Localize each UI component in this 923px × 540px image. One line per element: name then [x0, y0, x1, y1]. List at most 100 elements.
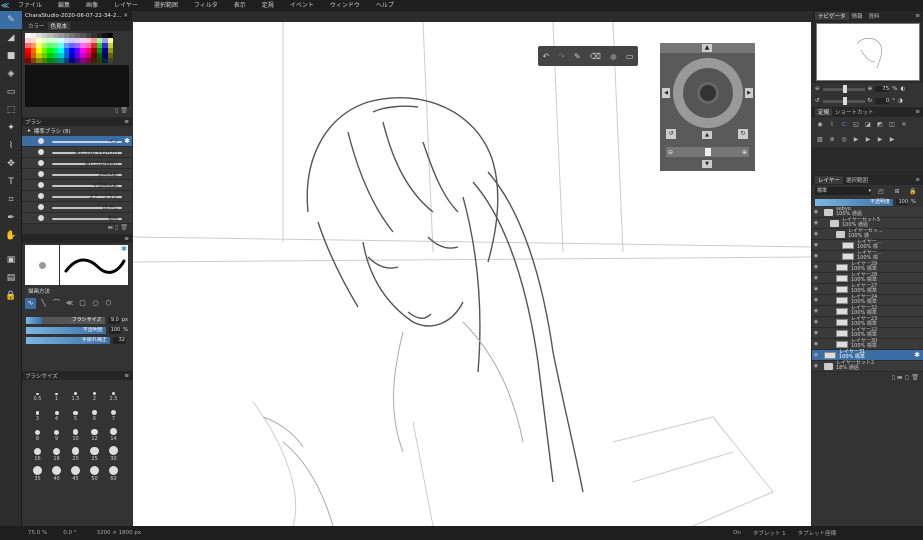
menu-item[interactable]: フィルタ	[186, 0, 226, 11]
menu-icon[interactable]: ≡	[124, 236, 129, 242]
menu-item[interactable]: 表示	[226, 0, 254, 11]
redo-icon[interactable]: ↷	[558, 52, 565, 61]
brush-size-option[interactable]: 45	[66, 464, 85, 482]
tab-ruler[interactable]: 定規	[815, 108, 833, 116]
tab-color[interactable]: カラー	[25, 22, 48, 30]
rotation-dial[interactable]	[673, 58, 743, 128]
chevron-up-icon[interactable]: ▲	[702, 44, 712, 52]
angle-slider[interactable]	[822, 96, 865, 105]
zoom-slider[interactable]: ⊖ ⊕	[666, 147, 749, 157]
zoom-slider[interactable]	[822, 84, 865, 93]
navigator-preview[interactable]	[812, 21, 923, 83]
move-tool-icon[interactable]: ✥	[0, 155, 22, 173]
brush-size-option[interactable]: 35	[28, 464, 47, 482]
delete-swatch-icon[interactable]: 🗑	[120, 107, 128, 114]
zoom-reset-icon[interactable]: ◐	[900, 86, 905, 92]
eye-icon[interactable]: ◉	[812, 264, 820, 270]
tab-shortcut[interactable]: ショートカット	[832, 108, 877, 116]
zoom-in-icon[interactable]: ⊕	[868, 86, 873, 92]
brush-size-option[interactable]: 4	[47, 404, 66, 422]
rotate-right-icon[interactable]: ↻	[868, 98, 873, 104]
slider-value[interactable]: 100	[108, 326, 122, 334]
eye-icon[interactable]: ◉	[812, 286, 820, 292]
polygon-button[interactable]: ⬡	[103, 298, 114, 309]
text-tool-icon[interactable]: T	[0, 173, 22, 191]
menu-item[interactable]: ファイル	[10, 0, 50, 11]
zoom-out-icon[interactable]: ⊖	[815, 86, 820, 92]
eraser-tool-icon[interactable]: ◢	[0, 29, 22, 47]
brush-size-option[interactable]: 60	[104, 464, 123, 482]
brush-size-option[interactable]: 18	[47, 444, 66, 462]
brush-size-option[interactable]: 3	[28, 404, 47, 422]
zoom-out-icon[interactable]: ⊖	[668, 149, 673, 156]
brush-size-option[interactable]: 6	[85, 404, 104, 422]
undo-icon[interactable]: ↶	[543, 52, 550, 61]
eye-icon[interactable]: ◉	[812, 352, 820, 358]
eye-icon[interactable]: ◉	[812, 297, 820, 303]
ruler-perspective3-icon[interactable]: ▶	[874, 136, 886, 143]
zoom-slider-thumb[interactable]	[704, 148, 711, 156]
chevron-left-icon[interactable]: ◀	[662, 88, 670, 98]
chevron-down-icon[interactable]: ▼	[702, 160, 712, 168]
select-tool-icon[interactable]: ⬚	[0, 101, 22, 119]
gear-icon[interactable]: ✱	[121, 245, 127, 253]
eye-icon[interactable]: ◉	[812, 253, 820, 259]
delete-brush-icon[interactable]: 🗑	[120, 224, 128, 231]
ruler-radial-icon[interactable]: ⊛	[826, 136, 838, 143]
ruler-perspective-icon[interactable]: ◩	[874, 121, 886, 128]
zoom-value-field[interactable]: 75	[875, 86, 890, 92]
brush-item[interactable]: 不透明水彩	[22, 180, 132, 191]
eye-icon[interactable]: ◉	[812, 242, 820, 248]
color-swatch[interactable]	[107, 58, 113, 63]
eye-icon[interactable]: ◉	[812, 319, 820, 325]
ruler-perspective2-icon[interactable]: ▶	[862, 136, 874, 143]
angle-reset-icon[interactable]: ◑	[898, 98, 903, 104]
ruler-vanish-icon[interactable]: ◫	[886, 121, 898, 128]
brush-size-option[interactable]: 5	[66, 404, 85, 422]
rotate-right-icon[interactable]: ↻	[738, 129, 748, 139]
brush-item[interactable]: 消しゴム(やわらか)	[22, 147, 132, 158]
menu-icon[interactable]: ≡	[915, 109, 920, 115]
brush-setting-slider[interactable]: ブラシサイズ 9.0 px	[22, 315, 132, 325]
new-brush-icon[interactable]: ▯	[115, 224, 118, 231]
slider-track[interactable]: 不透明度	[26, 326, 106, 334]
gear-icon[interactable]: ✱	[124, 137, 130, 145]
brush-setting-slider[interactable]: 手振れ補正 32	[22, 335, 132, 345]
brush-size-option[interactable]: 8	[28, 424, 47, 442]
clear-icon[interactable]: ⌫	[590, 52, 601, 61]
brush-setting-slider[interactable]: 不透明度 100%	[22, 325, 132, 335]
menu-item[interactable]: 編集	[50, 0, 78, 11]
tab-info[interactable]: 情報	[849, 12, 866, 20]
layer-mode-icon[interactable]: ▣	[0, 251, 22, 269]
freehand-button[interactable]: ∿	[25, 298, 36, 309]
brush-visible-icon[interactable]	[38, 149, 44, 155]
brush-size-option[interactable]: 7	[104, 404, 123, 422]
crop-tool-icon[interactable]: ⌗	[0, 191, 22, 209]
gradient-tool-icon[interactable]: ▭	[0, 83, 22, 101]
menu-item[interactable]: 定規	[254, 0, 282, 11]
brush-item[interactable]: 指先	[22, 213, 132, 224]
shape-tool-icon[interactable]: ■	[0, 47, 22, 65]
document-tab-title[interactable]: CharaStudio-2020-06-07-22-34-2...	[25, 13, 122, 19]
eye-icon[interactable]: ◉	[812, 330, 820, 336]
tab-reference[interactable]: 資料	[866, 12, 883, 20]
close-icon[interactable]: ✕	[123, 13, 128, 19]
brush-visible-icon[interactable]	[38, 182, 44, 188]
rectangle-button[interactable]: ▢	[77, 298, 88, 309]
slider-track[interactable]: 手振れ補正	[26, 336, 110, 344]
brush-size-option[interactable]: 25	[85, 444, 104, 462]
gear-icon[interactable]: ✱	[914, 351, 920, 359]
menu-item[interactable]: ヘルプ	[368, 0, 402, 11]
fill-icon[interactable]: ●	[610, 52, 617, 61]
ruler-snap-icon[interactable]: ⌇	[826, 121, 838, 128]
slider-track[interactable]: ブラシサイズ	[26, 316, 105, 324]
ruler-grid-icon[interactable]: ◪	[862, 121, 874, 128]
document-tab[interactable]: CharaStudio-2020-06-07-22-34-2... ✕	[22, 11, 132, 21]
brush-visible-icon[interactable]	[38, 138, 44, 144]
menu-item[interactable]: ウィンドウ	[322, 0, 368, 11]
lock-alpha-icon[interactable]: ⊞	[891, 188, 903, 195]
brush-size-option[interactable]: 30	[104, 444, 123, 462]
lock-icon[interactable]: 🔒	[907, 188, 919, 195]
fill-tool-icon[interactable]: ◈	[0, 65, 22, 83]
eye-icon[interactable]: ◉	[812, 308, 820, 314]
